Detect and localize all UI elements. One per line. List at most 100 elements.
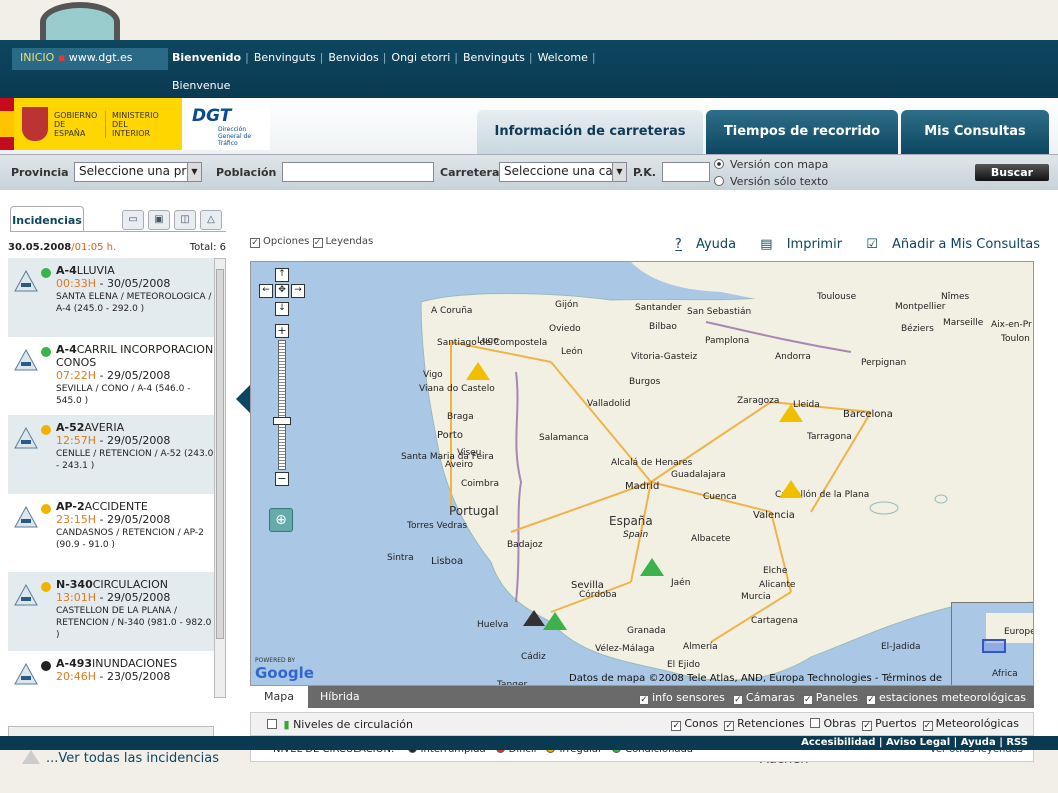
provincia-select[interactable]: Seleccione una pr ▼ [74,162,202,182]
search-button[interactable]: Buscar [975,164,1049,181]
tab-mis-consultas[interactable]: Mis Consultas [901,110,1049,154]
layer-checkbox[interactable]: ✓ [922,721,933,731]
incident-marker-circulation[interactable] [779,480,803,498]
footer-link[interactable]: Accesibilidad [801,737,875,748]
carretera-select[interactable]: Seleccione una ca ▼ [499,162,627,182]
city-label: Cádiz [521,652,546,662]
status-dot [41,582,51,592]
niveles-toggle[interactable]: ▮ Niveles de circulación [267,718,413,731]
incident-marker-flood[interactable] [523,610,545,626]
poblacion-input[interactable] [282,162,434,182]
incident-item[interactable]: A-52AVERIA 12:57H - 29/05/2008 CENLLE / RE… [8,415,214,494]
tab-informacion[interactable]: Información de carreteras [477,110,703,154]
map-type-hibrida[interactable]: Híbrida [306,686,374,708]
pan-up-button[interactable]: ↑ [275,268,289,282]
incident-marker-cones[interactable] [543,612,567,630]
city-label: San Sebastián [687,307,752,317]
incident-marker-weather[interactable] [466,362,490,380]
weather-icon[interactable]: △ [200,210,222,230]
options-checkbox[interactable]: ✓ [250,238,260,248]
add-to-consultas-link[interactable]: ☑ Añadir a Mis Consultas [856,237,1040,252]
layer-checkbox[interactable]: ✓ [724,721,735,731]
camera-icon[interactable]: ▣ [148,210,170,230]
vertical-scrollbar[interactable] [214,258,226,698]
niveles-checkbox[interactable] [267,719,277,729]
map-layer-toggle[interactable]: ✓ Paneles [802,691,858,705]
legend-layer-toggle[interactable]: ✓ Retenciones [724,717,804,731]
language-item[interactable]: Bienvenido [172,51,241,64]
language-item[interactable]: Benvidos [328,51,378,64]
map-layer-toggle[interactable]: ✓ estaciones meteorológicas [865,691,1026,705]
layer-checkbox[interactable]: ✓ [639,695,650,705]
incident-marker-rain[interactable] [640,558,664,576]
city-label: Gijón [555,300,579,310]
map-layer-toggle[interactable]: ✓ Cámaras [732,691,795,705]
legend-layer-toggle[interactable]: ✓ Puertos [862,717,917,731]
radio-dot [714,159,724,169]
city-label: Braga [447,412,474,422]
zoom-slider-handle[interactable] [273,417,291,425]
language-item[interactable]: Benvinguts [254,51,316,64]
dgt-logo[interactable]: DGT Dirección General de Tráfico [182,98,270,150]
sign-icon[interactable]: ▭ [122,210,144,230]
zoom-slider[interactable] [278,340,286,470]
view-all-label: ...Ver todas las incidencias [46,751,220,766]
map-layer-toggle[interactable]: ✓ info sensores [639,691,725,705]
overview-map[interactable]: Europe Africa [951,602,1033,685]
incident-item[interactable]: A-493INUNDACIONES 20:46H - 23/05/2008 [8,651,214,689]
legends-checkbox[interactable]: ✓ [312,238,323,248]
radio-map-label: Versión con mapa [730,158,829,171]
incident-time: 12:57H [56,434,96,447]
city-label: Valladolid [587,399,631,409]
pan-right-button[interactable]: → [291,284,305,298]
zoom-in-button[interactable]: + [275,324,289,338]
collapse-panel-icon[interactable] [236,385,250,413]
home-link[interactable]: INICIO ▪ www.dgt.es [12,48,168,70]
layer-checkbox[interactable]: ✓ [671,721,682,731]
layer-checkbox[interactable]: ✓ [865,695,876,705]
view-all-incidents-link[interactable]: ...Ver todas las incidencias [22,750,219,766]
legend-layer-toggle[interactable]: ✓ Conos [671,717,718,731]
tab-tiempos[interactable]: Tiempos de recorrido [706,110,898,154]
footer-link[interactable]: RSS [1006,737,1028,748]
radio-map-version[interactable]: Versión con mapa [714,158,828,171]
pan-center-button[interactable]: ✥ [275,284,289,298]
footer-link[interactable]: Aviso Legal [886,737,950,748]
language-item-fr[interactable]: Bienvenue [172,79,230,92]
map-type-mapa[interactable]: Mapa [250,686,308,708]
help-link[interactable]: ?̲ Ayuda [665,237,736,252]
scroll-thumb[interactable] [216,269,224,639]
incident-item[interactable]: AP-2ACCIDENTE 23:15H - 29/05/2008 CANDASNO… [8,494,214,573]
map-canvas[interactable]: ↑ ← ✥ → ↓ + − ⊕ Gijón Santander San Sebast… [250,261,1034,686]
layer-checkbox[interactable]: ✓ [732,695,743,705]
pk-input[interactable] [662,162,710,182]
incident-item[interactable]: N-340CIRCULACION 13:01H - 29/05/2008 CASTE… [8,572,214,651]
incident-datetime: 00:33H - 30/05/2008 [56,277,214,290]
legend-layer-toggle[interactable]: ✓ Meteorológicas [922,717,1019,731]
language-item[interactable]: Benvinguts [463,51,525,64]
print-link[interactable]: ▤ Imprimir [750,237,842,252]
carretera-label: Carretera [440,166,500,179]
radio-text-version[interactable]: Versión sólo texto [714,175,828,188]
layer-checkbox[interactable]: ✓ [862,721,873,731]
pan-down-button[interactable]: ↓ [275,302,289,316]
magnifier-icon[interactable]: ⊕ [269,508,293,532]
footer-link[interactable]: Ayuda [961,737,996,748]
overview-viewport[interactable] [982,639,1006,653]
incident-datetime: 20:46H - 23/05/2008 [56,670,214,683]
footer: Accesibilidad | Aviso Legal | Ayuda | RS… [0,736,1058,750]
panel-icon[interactable]: ◫ [174,210,196,230]
layer-checkbox[interactable] [810,718,821,728]
provincia-value: Seleccione una pr [79,164,187,178]
tab-incidencias[interactable]: Incidencias [10,206,84,232]
zoom-out-button[interactable]: − [275,472,289,486]
incident-title: A-52AVERIA [56,421,214,434]
language-item[interactable]: Ongi etorri [391,51,450,64]
incident-marker-accident[interactable] [779,404,803,422]
legend-layer-toggle[interactable]: Obras [810,717,856,730]
language-item[interactable]: Welcome [538,51,588,64]
pan-left-button[interactable]: ← [259,284,273,298]
incident-item[interactable]: A-4LLUVIA 00:33H - 30/05/2008 SANTA ELENA … [8,258,214,337]
incident-item[interactable]: A-4CARRIL INCORPORACION CONOS 07:22H - 29… [8,337,214,416]
layer-checkbox[interactable]: ✓ [802,695,813,705]
